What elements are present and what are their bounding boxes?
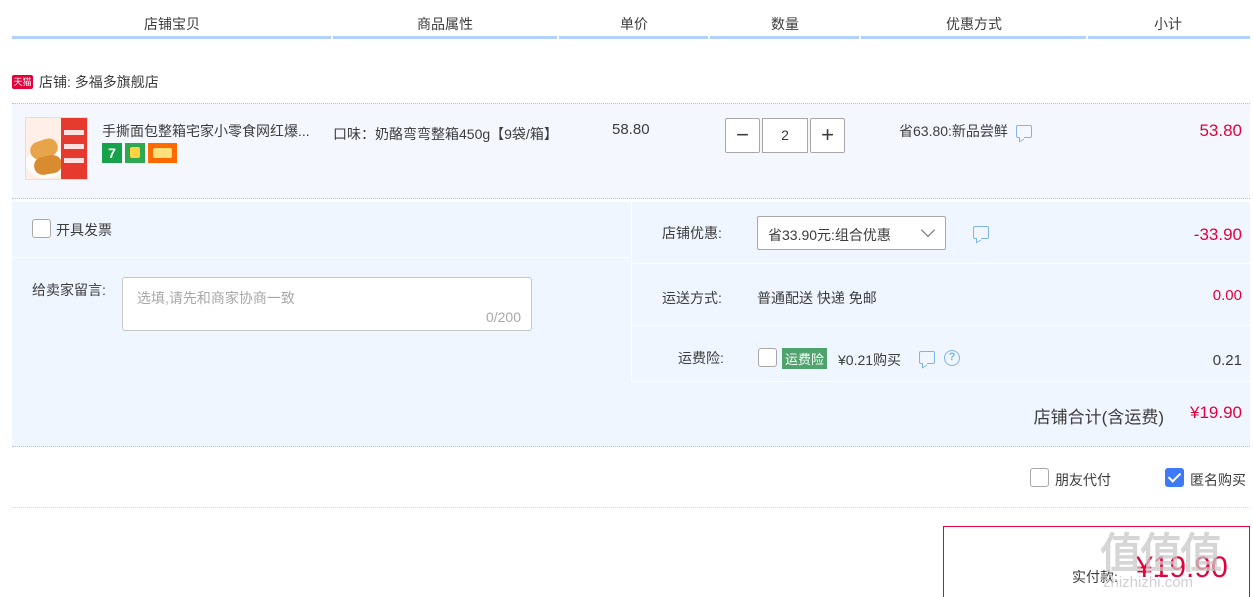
col-header-price: 单价 — [620, 16, 648, 32]
message-icon[interactable] — [919, 351, 935, 364]
left-pane: 开具发票 给卖家留言: 选填,请先和商家协商一致 0/200 — [12, 202, 630, 382]
anonymous-label: 匿名购买 — [1190, 472, 1246, 488]
header-bar — [710, 36, 859, 39]
col-header-promo: 优惠方式 — [946, 16, 1002, 32]
cart-item-row: 手撕面包整箱宅家小零食网红爆... 7 口味：奶酪弯弯整箱450g【9袋/箱】 … — [12, 103, 1250, 199]
product-attribute: 口味：奶酪弯弯整箱450g【9袋/箱】 — [333, 126, 558, 142]
quantity-increase-button[interactable]: + — [810, 118, 845, 153]
shipping-row: 运送方式: 普通配送 快递 免邮 0.00 — [632, 264, 1250, 326]
col-header-subtotal: 小计 — [1154, 16, 1182, 32]
friend-pay-checkbox[interactable] — [1030, 468, 1049, 487]
memo-textarea[interactable]: 选填,请先和商家协商一致 0/200 — [122, 277, 532, 331]
quantity-stepper: − 2 + — [725, 118, 845, 153]
product-title[interactable]: 手撕面包整箱宅家小零食网红爆... — [102, 121, 310, 141]
promo-text: 省63.80:新品尝鲜 — [899, 123, 1008, 139]
order-options: 朋友代付 匿名购买 — [12, 448, 1250, 508]
watermark-url: zhizhizhi.com — [1103, 574, 1194, 591]
card-payment-icon — [148, 143, 177, 163]
header-bar — [1088, 36, 1250, 39]
insurance-tag: 运费险 — [782, 348, 828, 369]
insurance-label: 运费险: — [678, 350, 724, 366]
order-details-panel: 开具发票 给卖家留言: 选填,请先和商家协商一致 0/200 店铺优惠: 省33… — [12, 202, 1250, 447]
shop-total-row: 店铺合计(含运费) ¥19.90 — [12, 382, 1250, 447]
col-header-item: 店铺宝贝 — [144, 16, 200, 32]
shop-discount-label: 店铺优惠: — [662, 225, 722, 241]
shop-total-value: ¥19.90 — [1190, 403, 1242, 422]
quantity-input[interactable]: 2 — [762, 118, 808, 153]
insurance-checkbox[interactable] — [758, 348, 777, 367]
memo-label: 给卖家留言: — [32, 282, 106, 298]
header-bar — [333, 36, 557, 39]
message-icon[interactable] — [1015, 124, 1032, 138]
header-bar — [559, 36, 708, 39]
invoice-checkbox[interactable] — [32, 219, 51, 238]
quantity-decrease-button[interactable]: − — [725, 118, 760, 153]
item-promo: 省63.80:新品尝鲜 — [899, 121, 1032, 141]
memo-placeholder: 选填,请先和商家协商一致 — [137, 290, 295, 306]
header-bar — [861, 36, 1086, 39]
col-header-attr: 商品属性 — [417, 16, 473, 32]
shop-discount-selected: 省33.90元:组合优惠 — [768, 227, 891, 243]
product-thumbnail[interactable] — [25, 117, 88, 180]
memo-counter: 0/200 — [485, 309, 521, 325]
shop-total-label: 店铺合计(含运费) — [1033, 408, 1164, 427]
shop-discount-row: 店铺优惠: 省33.90元:组合优惠 -33.90 — [632, 202, 1250, 264]
insurance-row: 运费险: 运费险 ¥0.21购买 ? 0.21 — [632, 326, 1250, 382]
col-header-qty: 数量 — [771, 16, 799, 32]
shipping-label: 运送方式: — [662, 290, 722, 306]
anonymous-checkbox[interactable] — [1165, 468, 1184, 487]
help-icon[interactable]: ? — [944, 350, 960, 366]
unit-price: 58.80 — [612, 121, 650, 138]
shop-discount-value: -33.90 — [1193, 225, 1242, 244]
tmall-badge: 天猫 — [12, 75, 33, 89]
invoice-row: 开具发票 — [12, 202, 630, 258]
seven-day-return-icon: 7 — [102, 143, 122, 163]
shop-service-icon — [125, 143, 145, 163]
insurance-value: 0.21 — [1212, 352, 1242, 369]
shop-discount-select[interactable]: 省33.90元:组合优惠 — [757, 216, 946, 250]
friend-pay-label: 朋友代付 — [1055, 472, 1111, 488]
item-subtotal: 53.80 — [1199, 121, 1242, 140]
cart-header: 店铺宝贝 商品属性 单价 数量 优惠方式 小计 — [12, 0, 1250, 40]
shipping-method: 普通配送 快递 免邮 — [757, 290, 877, 306]
service-badges: 7 — [102, 143, 177, 163]
insurance-price: ¥0.21购买 — [838, 352, 902, 368]
invoice-label: 开具发票 — [56, 222, 112, 238]
shop-name[interactable]: 店铺: 多福多旗舰店 — [39, 72, 159, 92]
watermark: 值值值 — [1100, 530, 1222, 577]
header-bar — [12, 36, 331, 39]
shipping-value: 0.00 — [1212, 287, 1242, 304]
message-icon[interactable] — [973, 226, 989, 239]
chevron-down-icon — [920, 222, 936, 238]
shop-line: 天猫 店铺: 多福多旗舰店 — [12, 72, 159, 92]
